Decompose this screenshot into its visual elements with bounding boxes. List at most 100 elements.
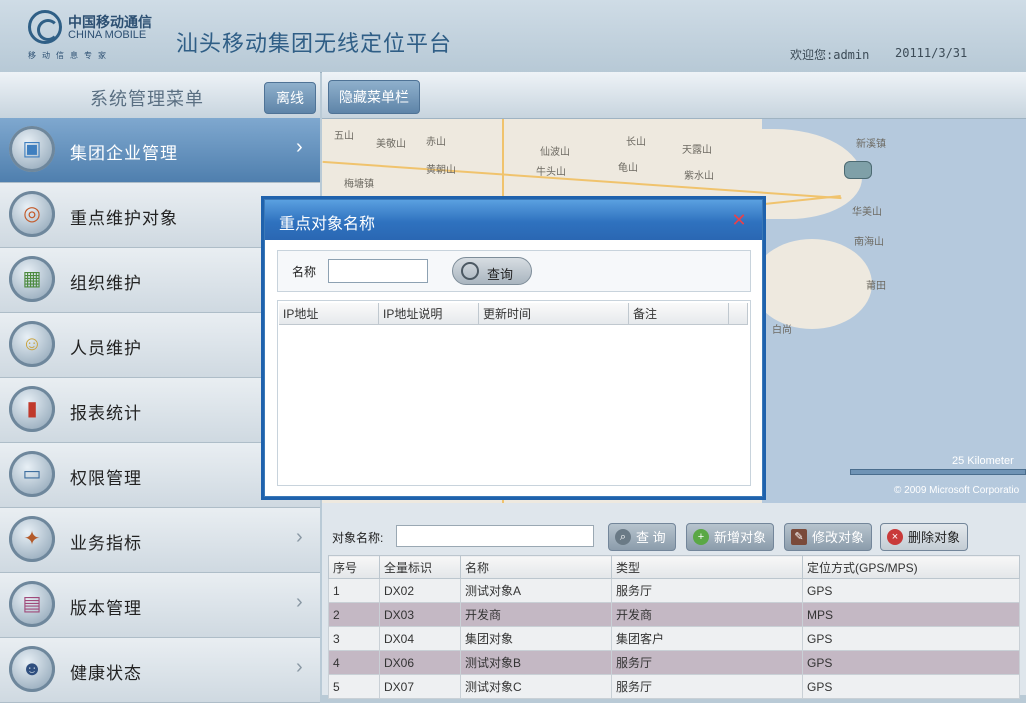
map-label: 南海山 bbox=[854, 237, 884, 248]
table-cell: 2 bbox=[328, 602, 380, 627]
close-icon[interactable]: ✕ bbox=[731, 211, 747, 229]
table-cell: GPS bbox=[802, 650, 1020, 675]
column-header[interactable]: IP地址说明 bbox=[379, 303, 479, 325]
menu-item-label: 版本管理 bbox=[70, 599, 142, 618]
map-label: 仙波山 bbox=[540, 147, 570, 158]
offline-button[interactable]: 离线 bbox=[264, 82, 316, 114]
menu-item-label: 重点维护对象 bbox=[70, 209, 178, 228]
table-row[interactable]: 2 DX03 开发商 开发商 MPS bbox=[328, 602, 1020, 627]
menu-item-versions[interactable]: ▤ 版本管理 › bbox=[0, 573, 320, 638]
compass-icon: ✦ bbox=[9, 516, 55, 562]
table-cell: 集团对象 bbox=[460, 626, 612, 651]
logo-en-text: CHINA MOBILE bbox=[68, 29, 147, 41]
object-query-label: 查 询 bbox=[636, 530, 666, 545]
object-table: 序号 全量标识 名称 类型 定位方式(GPS/MPS) 1 DX02 测试对象A… bbox=[328, 555, 1020, 699]
map-copyright: © 2009 Microsoft Corporatio bbox=[894, 485, 1020, 496]
table-cell: 1 bbox=[328, 578, 380, 603]
map-scale-label: 25 Kilometer bbox=[952, 455, 1014, 467]
dialog-result-table: IP地址 IP地址说明 更新时间 备注 bbox=[277, 300, 751, 486]
table-row[interactable]: 3 DX04 集团对象 集团客户 GPS bbox=[328, 626, 1020, 651]
menu-item-label: 健康状态 bbox=[70, 664, 142, 683]
object-panel: 对象名称: ⌕ 查 询 + 新增对象 ✎ 修改对象 × 删除对象 序号 全量标识… bbox=[322, 503, 1026, 699]
map-label: 牛头山 bbox=[536, 167, 566, 178]
coast-land bbox=[752, 239, 872, 329]
dialog-query-label: 查询 bbox=[487, 267, 514, 282]
search-icon bbox=[461, 262, 479, 280]
map-label: 新溪镇 bbox=[856, 139, 886, 150]
key-object-dialog: 重点对象名称 ✕ 名称 查询 IP地址 IP地址说明 更新时间 备注 bbox=[264, 199, 763, 497]
bar-chart-icon: ▮ bbox=[9, 386, 55, 432]
delete-object-button[interactable]: × 删除对象 bbox=[880, 523, 968, 551]
china-mobile-logo: 中国移动通信 CHINA MOBILE 移动信息专家 bbox=[28, 10, 158, 62]
table-cell: 开发商 bbox=[460, 602, 612, 627]
delete-icon: × bbox=[887, 529, 903, 545]
menu-item-label: 报表统计 bbox=[70, 404, 142, 423]
add-object-button[interactable]: + 新增对象 bbox=[686, 523, 774, 551]
table-row[interactable]: 4 DX06 测试对象B 服务厅 GPS bbox=[328, 650, 1020, 675]
chevron-right-icon: › bbox=[296, 591, 303, 613]
column-header[interactable]: 类型 bbox=[611, 555, 803, 579]
menu-item-label: 业务指标 bbox=[70, 534, 142, 553]
menu-item-label: 权限管理 bbox=[70, 469, 142, 488]
column-header[interactable]: IP地址 bbox=[279, 303, 379, 325]
column-header[interactable]: 全量标识 bbox=[379, 555, 461, 579]
table-cell: 测试对象A bbox=[460, 578, 612, 603]
column-header[interactable]: 名称 bbox=[460, 555, 612, 579]
column-header-filler bbox=[729, 303, 748, 325]
column-header[interactable]: 更新时间 bbox=[479, 303, 629, 325]
column-header[interactable]: 备注 bbox=[629, 303, 729, 325]
map-label: 五山 bbox=[334, 131, 354, 142]
plus-icon: + bbox=[693, 529, 709, 545]
dialog-titlebar[interactable]: 重点对象名称 ✕ bbox=[265, 200, 762, 240]
table-cell: 服务厅 bbox=[611, 650, 803, 675]
menu-item-group-enterprise[interactable]: ▣ 集团企业管理 › bbox=[0, 118, 320, 183]
table-cell: 开发商 bbox=[611, 602, 803, 627]
app-title: 汕头移动集团无线定位平台 bbox=[176, 31, 453, 56]
table-cell: 集团客户 bbox=[611, 626, 803, 651]
map-label: 白尚 bbox=[772, 325, 792, 336]
sidebar-header: 系统管理菜单 离线 bbox=[0, 72, 320, 119]
org-icon: ▦ bbox=[9, 256, 55, 302]
hide-menu-button[interactable]: 隐藏菜单栏 bbox=[328, 80, 420, 114]
map-scale-bar bbox=[850, 469, 1026, 475]
map-label: 紫水山 bbox=[684, 171, 714, 182]
menu-item-health[interactable]: ☻ 健康状态 › bbox=[0, 638, 320, 703]
menu-item-label: 组织维护 bbox=[70, 274, 142, 293]
table-cell: GPS bbox=[802, 578, 1020, 603]
column-header[interactable]: 序号 bbox=[328, 555, 380, 579]
object-name-input[interactable] bbox=[396, 525, 594, 547]
person-icon: ☻ bbox=[9, 646, 55, 692]
table-cell: 测试对象B bbox=[460, 650, 612, 675]
menu-item-label: 人员维护 bbox=[70, 339, 142, 358]
monitor-icon: ▭ bbox=[9, 451, 55, 497]
table-cell: 服务厅 bbox=[611, 578, 803, 603]
map-label: 华美山 bbox=[852, 207, 882, 218]
sidebar-title: 系统管理菜单 bbox=[90, 89, 204, 109]
edit-object-button[interactable]: ✎ 修改对象 bbox=[784, 523, 872, 551]
dialog-name-label: 名称 bbox=[292, 265, 317, 279]
vehicle-marker-icon[interactable] bbox=[844, 161, 872, 179]
book-icon: ▤ bbox=[9, 581, 55, 627]
user-icon: ☺ bbox=[9, 321, 55, 367]
menu-item-indicators[interactable]: ✦ 业务指标 › bbox=[0, 508, 320, 573]
object-query-button[interactable]: ⌕ 查 询 bbox=[608, 523, 676, 551]
dialog-name-input[interactable] bbox=[328, 259, 428, 283]
building-icon: ▣ bbox=[9, 126, 55, 172]
map-label: 龟山 bbox=[618, 163, 638, 174]
column-header[interactable]: 定位方式(GPS/MPS) bbox=[802, 555, 1020, 579]
table-row[interactable]: 1 DX02 测试对象A 服务厅 GPS bbox=[328, 578, 1020, 603]
table-cell: GPS bbox=[802, 626, 1020, 651]
map-label: 赤山 bbox=[426, 137, 446, 148]
chevron-right-icon: › bbox=[296, 526, 303, 548]
table-cell: 3 bbox=[328, 626, 380, 651]
map-label: 黄朝山 bbox=[426, 165, 456, 176]
chevron-right-icon: › bbox=[296, 656, 303, 678]
dialog-title: 重点对象名称 bbox=[279, 216, 376, 233]
add-object-label: 新增对象 bbox=[714, 530, 767, 545]
delete-object-label: 删除对象 bbox=[908, 530, 961, 545]
map-label: 长山 bbox=[626, 137, 646, 148]
table-cell: 4 bbox=[328, 650, 380, 675]
table-cell: DX02 bbox=[379, 578, 461, 603]
object-name-label: 对象名称: bbox=[332, 531, 384, 545]
dialog-query-button[interactable]: 查询 bbox=[452, 257, 532, 285]
